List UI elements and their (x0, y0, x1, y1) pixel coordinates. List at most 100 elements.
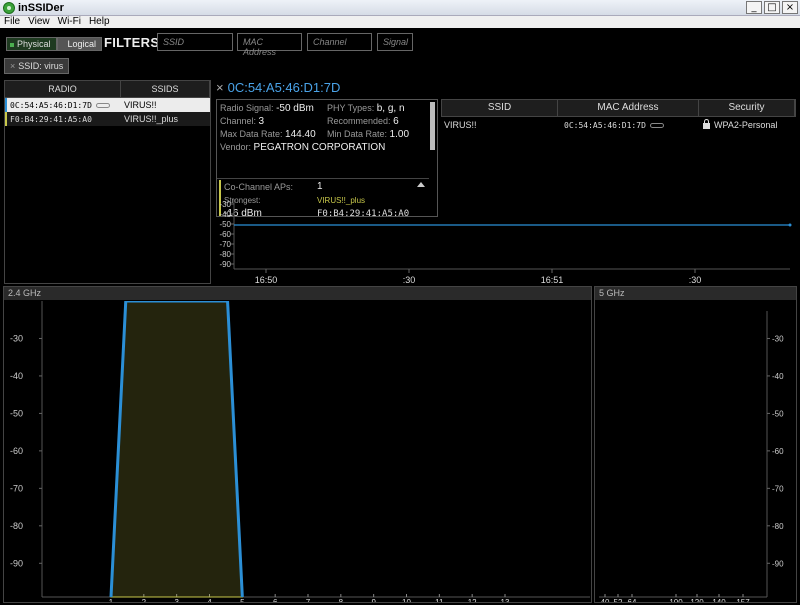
mac-filter-input[interactable]: MAC Address (237, 33, 302, 57)
view-toggle: Physical Logical (6, 37, 103, 51)
y-tick-label: -70 (10, 483, 23, 493)
column-header-ssids[interactable]: SSIDS (121, 81, 210, 97)
x-tick-label: 13 (501, 598, 510, 602)
close-detail-icon[interactable]: × (216, 80, 224, 95)
lock-icon (703, 119, 710, 129)
table-row[interactable]: VIRUS!! 0C:54:A5:46:D1:7D WPA2-Personal (441, 118, 796, 132)
ssid-cell: VIRUS!!_plus (124, 114, 179, 124)
x-tick-label: 40 (601, 598, 610, 602)
title-bar: inSSIDer _ □ × (0, 0, 800, 16)
x-tick-label: 6 (273, 598, 278, 602)
y-tick-label: -90 (219, 260, 231, 269)
y-tick-label: -80 (219, 250, 231, 259)
x-tick-label: 8 (339, 598, 344, 602)
menu-view[interactable]: View (24, 16, 54, 28)
x-tick-label: 64 (628, 598, 637, 602)
window-controls: _ □ × (746, 1, 798, 14)
remove-filter-icon[interactable]: × (10, 61, 15, 71)
active-filter-label: SSID: virus (18, 61, 64, 71)
column-header-ssid[interactable]: SSID (442, 100, 558, 116)
toolbar: Physical Logical FILTERS: SSID MAC Addre… (0, 28, 800, 57)
radio-mac: F0:B4:29:41:A5:A0 (10, 115, 92, 124)
x-tick-label: :30 (689, 275, 702, 285)
min-rate-row: Min Data Rate: 1.00 (327, 129, 410, 140)
max-rate-value: 144.40 (285, 129, 316, 140)
x-tick-label: 2 (142, 598, 147, 602)
menu-wifi[interactable]: Wi-Fi (54, 16, 85, 28)
x-tick-label: :30 (403, 275, 416, 285)
radio-table: RADIO SSIDS 0C:54:A5:46:D1:7D VIRUS!! F0… (4, 80, 211, 284)
x-tick-label: 10 (402, 598, 411, 602)
active-filter-chip[interactable]: × SSID: virus (4, 58, 70, 74)
collapse-triangle-icon[interactable] (417, 182, 425, 187)
table-row[interactable]: 0C:54:A5:46:D1:7D VIRUS!! (5, 98, 210, 112)
mac-cell: 0C:54:A5:46:D1:7D (564, 121, 646, 130)
menu-bar: File View Wi-Fi Help (0, 16, 800, 28)
y-tick-label: -40 (219, 210, 231, 219)
close-button[interactable]: × (782, 1, 798, 14)
table-row[interactable]: F0:B4:29:41:A5:A0 VIRUS!!_plus (5, 112, 210, 126)
y-tick-label: -60 (10, 446, 23, 456)
logical-button[interactable]: Logical (56, 37, 103, 51)
link-icon (95, 103, 110, 109)
radio-mac: 0C:54:A5:46:D1:7D (10, 101, 92, 110)
radio-signal-value: -50 dBm (276, 103, 314, 114)
link-icon (649, 123, 664, 129)
panel-5ghz-title: 5 GHz (595, 287, 796, 300)
vendor-value: PEGATRON CORPORATION (253, 142, 386, 153)
x-tick-label: 140 (712, 598, 726, 602)
signal-filter-input[interactable]: Signal (377, 33, 413, 51)
minimize-button[interactable]: _ (746, 1, 762, 14)
y-tick-label: -60 (219, 230, 231, 239)
x-tick-label: 16:51 (541, 275, 564, 285)
vendor-row: Vendor: PEGATRON CORPORATION (220, 142, 386, 153)
y-tick-label: -80 (10, 521, 23, 531)
column-header-mac[interactable]: MAC Address (558, 100, 699, 116)
x-tick-label: 7 (306, 598, 311, 602)
detail-separator (217, 178, 429, 179)
phy-types-row: PHY Types: b, g, n (327, 103, 405, 114)
column-header-security[interactable]: Security (699, 100, 795, 116)
y-tick-label: -50 (219, 220, 231, 229)
signal-time-graph: -30-40-50-60-70-80-90 16:50:30 16:51:30 (219, 199, 792, 285)
menu-help[interactable]: Help (85, 16, 114, 28)
x-tick-label: 120 (690, 598, 704, 602)
phy-types-value: b, g, n (376, 103, 405, 114)
panel-2-4ghz-title: 2.4 GHz (4, 287, 591, 300)
y-tick-label: -60 (772, 447, 784, 456)
network-signal-shape-secondary (110, 301, 243, 598)
y-tick-label: -30 (772, 334, 784, 343)
ssid-filter-input[interactable]: SSID (157, 33, 233, 51)
y-tick-label: -40 (10, 371, 23, 381)
y-tick-label: -70 (772, 484, 784, 493)
x-tick-label: 9 (371, 598, 376, 602)
network-table-header: SSID MAC Address Security (441, 99, 796, 117)
physical-button[interactable]: Physical (6, 37, 57, 51)
x-tick-label: 4 (207, 598, 212, 602)
channel-graph-2-4ghz: -30-40-50-60-70-80-90123456789101112130C… (10, 301, 590, 602)
y-tick-label: -30 (219, 200, 231, 209)
signal-series-end-point (788, 223, 792, 227)
x-tick-label: 52 (614, 598, 623, 602)
min-rate-value: 1.00 (389, 129, 410, 140)
menu-file[interactable]: File (0, 16, 24, 28)
app-logo-icon (3, 2, 15, 14)
column-header-radio[interactable]: RADIO (5, 81, 121, 97)
cochannel-label: Co-Channel APs: (224, 182, 294, 192)
x-tick-label: 16:50 (255, 275, 278, 285)
x-tick-label: 157 (736, 598, 750, 602)
detail-title: × 0C:54:A5:46:D1:7D (216, 80, 341, 95)
y-tick-label: -90 (10, 558, 23, 568)
y-tick-label: -80 (772, 522, 784, 531)
maximize-button[interactable]: □ (764, 1, 780, 14)
channel-row: Channel: 3 (220, 116, 265, 127)
channel-filter-input[interactable]: Channel (307, 33, 372, 51)
y-tick-label: -90 (772, 559, 784, 568)
x-tick-label: 11 (435, 598, 444, 602)
window-title: inSSIDer (18, 2, 64, 14)
active-indicator-icon (10, 43, 14, 47)
y-tick-label: -50 (10, 408, 23, 418)
channel-value: 3 (258, 116, 265, 127)
cochannel-value: 1 (317, 181, 323, 192)
detail-scrollbar[interactable] (430, 102, 435, 150)
